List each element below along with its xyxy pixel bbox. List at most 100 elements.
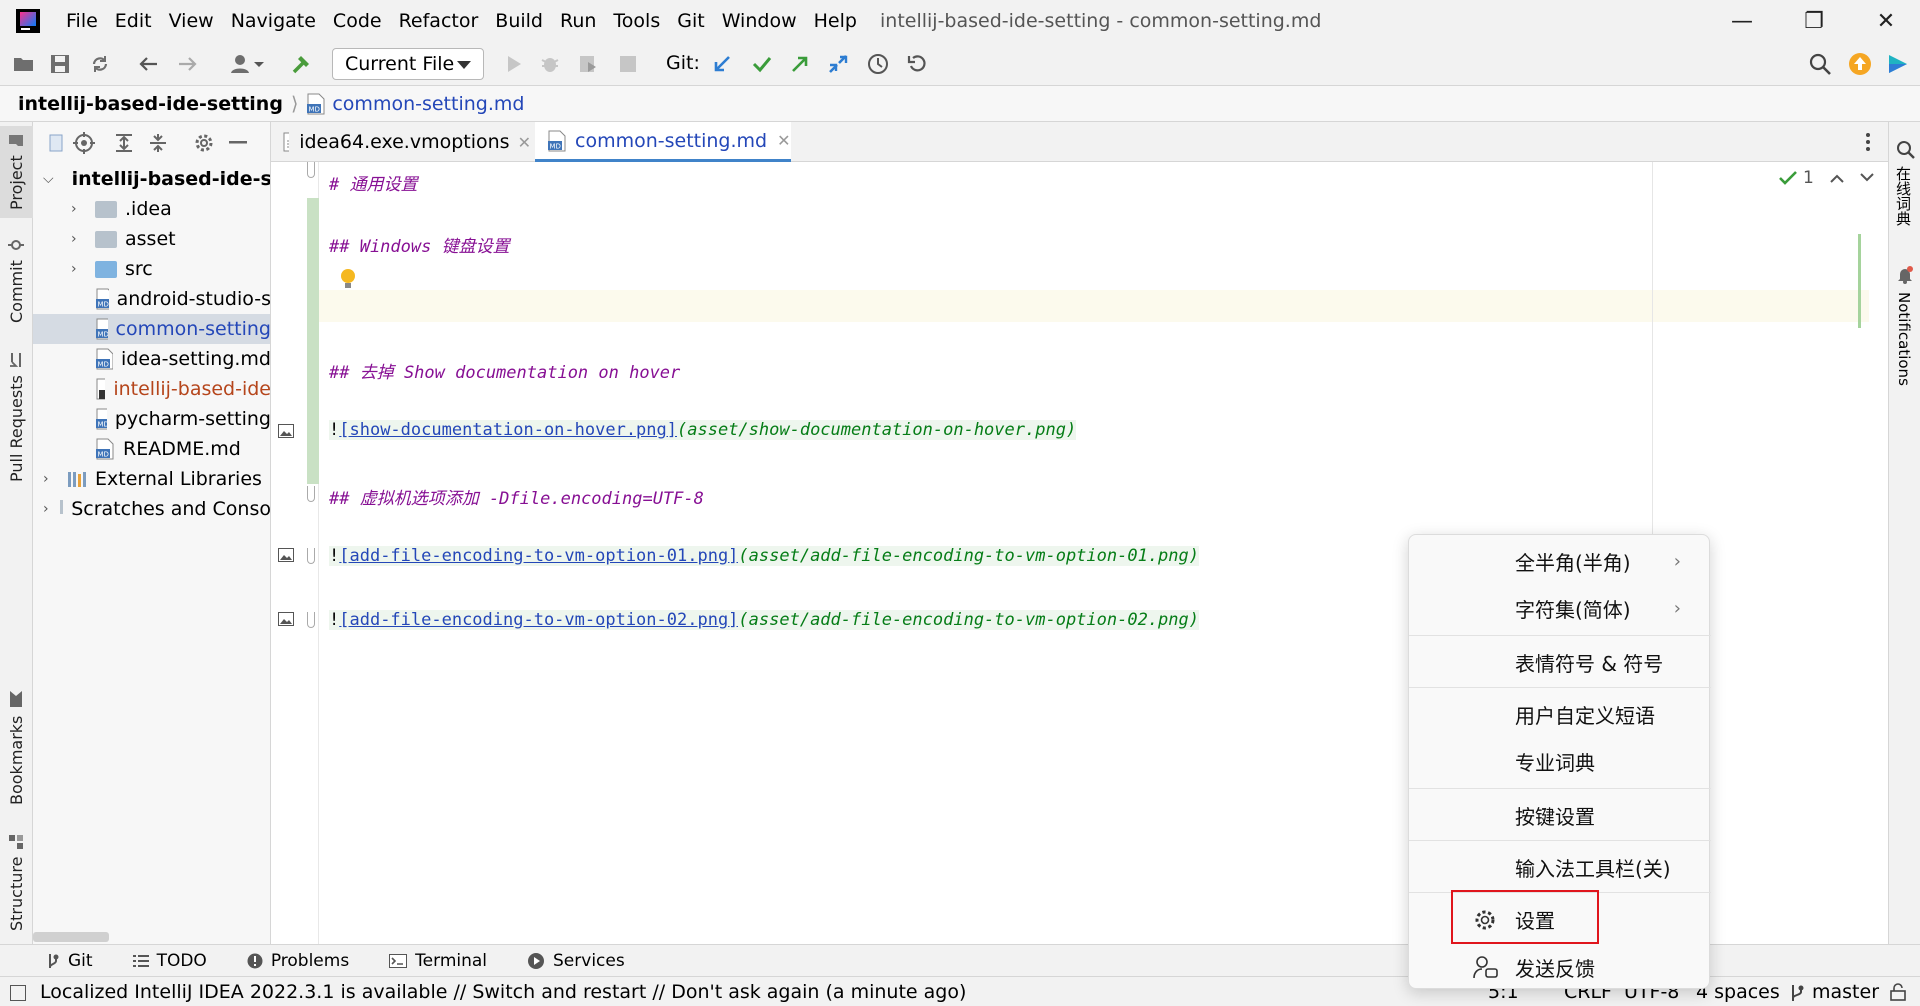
menu-code[interactable]: Code [333,10,382,32]
menu-view[interactable]: View [169,10,214,32]
menu-item-charset[interactable]: 字符集(简体) › [1409,585,1711,631]
menu-item-ime-toolbar[interactable]: 输入法工具栏(关) [1409,844,1711,890]
user-dropdown-icon[interactable] [228,50,268,78]
menu-git[interactable]: Git [677,10,704,32]
tool-tab-notifications[interactable]: Notifications [1895,292,1913,386]
code-path[interactable]: (asset/add-file-encoding-to-vm-option-02… [738,610,1199,630]
menu-run[interactable]: Run [560,10,596,32]
lightbulb-icon[interactable] [339,268,357,292]
tool-tab-problems[interactable]: Problems [247,951,349,971]
notifications-bell-icon[interactable] [1897,266,1913,284]
close-window-button[interactable]: ✕ [1850,0,1920,42]
menu-item-send-feedback[interactable]: 发送反馈 [1409,944,1711,990]
tree-item[interactable]: › src [33,254,270,284]
forward-icon[interactable] [174,50,202,78]
gear-icon[interactable] [193,132,215,154]
tree-item[interactable]: MD pycharm-setting [33,404,270,434]
tool-tab-dictionary[interactable]: 在线词典 [1893,166,1914,226]
menu-item-key-settings[interactable]: 按键设置 [1409,792,1711,838]
stop-icon[interactable] [614,50,642,78]
tree-item-selected[interactable]: MD common-setting [33,314,270,344]
collapse-all-icon[interactable] [147,132,169,154]
menu-item-emoji-symbols[interactable]: 表情符号 & 符号 [1409,639,1711,685]
status-branch[interactable]: master [1812,981,1879,1003]
search-icon[interactable] [1896,140,1916,160]
rollback-icon[interactable] [904,50,932,78]
tree-item[interactable]: MD idea-setting.md [33,344,270,374]
tool-tab-structure[interactable]: Structure [0,828,33,938]
code-link[interactable]: [add-file-encoding-to-vm-option-02.png] [339,610,739,630]
tree-item[interactable]: MD README.md [33,434,270,464]
tool-tab-bookmarks[interactable]: Bookmarks [0,688,33,808]
restore-button[interactable]: ❐ [1778,0,1850,42]
tree-scratches[interactable]: › Scratches and Conso [33,494,270,524]
code-link[interactable]: [show-documentation-on-hover.png] [339,420,678,440]
tree-item[interactable]: intellij-based-ide [33,374,270,404]
minimize-button[interactable]: — [1706,0,1778,42]
inspection-widget[interactable]: 1 [1779,168,1874,188]
tool-tab-services[interactable]: Services [527,951,625,971]
hide-panel-icon[interactable] [229,141,247,144]
menu-navigate[interactable]: Navigate [231,10,316,32]
code-link[interactable]: [add-file-encoding-to-vm-option-01.png] [339,546,739,566]
tool-tab-pull-requests[interactable]: Pull Requests [0,342,33,492]
image-preview-icon[interactable] [278,612,294,626]
tool-tab-terminal[interactable]: Terminal [389,951,487,971]
tree-external-libraries[interactable]: › External Libraries [33,464,270,494]
horizontal-scrollbar[interactable] [33,932,109,942]
tree-item[interactable]: MD android-studio-s [33,284,270,314]
menu-item-user-phrases[interactable]: 用户自定义短语 [1409,691,1711,737]
tree-item[interactable]: › asset [33,224,270,254]
tool-tab-todo[interactable]: TODO [132,951,207,971]
sync-icon[interactable] [86,50,114,78]
history-clock-icon[interactable] [864,50,892,78]
status-message[interactable]: Localized IntelliJ IDEA 2022.3.1 is avai… [40,981,966,1003]
panel-layout-icon[interactable] [49,134,63,152]
fold-marker-icon[interactable] [307,548,315,564]
chevron-up-icon[interactable] [1830,173,1844,183]
run-configuration-select[interactable]: Current File [332,48,484,80]
menu-help[interactable]: Help [814,10,857,32]
tree-root[interactable]: ⌵ intellij-based-ide-se [33,164,270,194]
tab-vmoptions[interactable]: idea64.exe.vmoptions ✕ [283,122,531,162]
git-merge-icon[interactable] [824,50,852,78]
close-icon[interactable]: ✕ [518,133,531,152]
menu-refactor[interactable]: Refactor [399,10,479,32]
open-folder-icon[interactable] [10,50,38,78]
breadcrumb-file[interactable]: common-setting.md [332,93,524,115]
close-icon[interactable]: ✕ [777,131,790,150]
lock-icon[interactable] [1890,983,1906,1001]
run-icon[interactable] [500,50,528,78]
menu-file[interactable]: File [66,10,98,32]
git-commit-check-icon[interactable] [748,50,776,78]
menu-window[interactable]: Window [722,10,797,32]
git-update-icon[interactable] [708,50,736,78]
chevron-down-icon[interactable] [1860,173,1874,183]
more-options-icon[interactable] [1865,132,1871,152]
debug-icon[interactable] [536,50,564,78]
menu-build[interactable]: Build [495,10,543,32]
locate-file-icon[interactable] [73,132,95,154]
fold-marker-icon[interactable] [307,486,315,502]
tool-tab-git[interactable]: Git [46,951,93,971]
back-icon[interactable] [134,50,162,78]
tree-item[interactable]: › .idea [33,194,270,224]
vcs-change-marker[interactable] [307,198,319,484]
image-preview-icon[interactable] [278,548,294,562]
tool-tab-commit[interactable]: Commit [0,234,33,326]
update-available-icon[interactable] [1846,50,1874,78]
expand-all-icon[interactable] [113,132,135,154]
menu-item-full-half-width[interactable]: 全半角(半角) › [1409,538,1711,584]
search-icon[interactable] [1806,50,1834,78]
code-path[interactable]: (asset/add-file-encoding-to-vm-option-01… [738,546,1199,566]
tab-common-setting[interactable]: MD common-setting.md ✕ [535,122,791,162]
code-with-me-icon[interactable] [1884,50,1912,78]
git-push-icon[interactable] [786,50,814,78]
coverage-icon[interactable] [574,50,602,78]
fold-marker-icon[interactable] [307,612,315,628]
tool-tab-project[interactable]: Project [0,126,33,218]
menu-tools[interactable]: Tools [613,10,660,32]
menu-edit[interactable]: Edit [115,10,152,32]
image-preview-icon[interactable] [278,424,294,438]
menu-item-professional-dictionary[interactable]: 专业词典 [1409,738,1711,784]
